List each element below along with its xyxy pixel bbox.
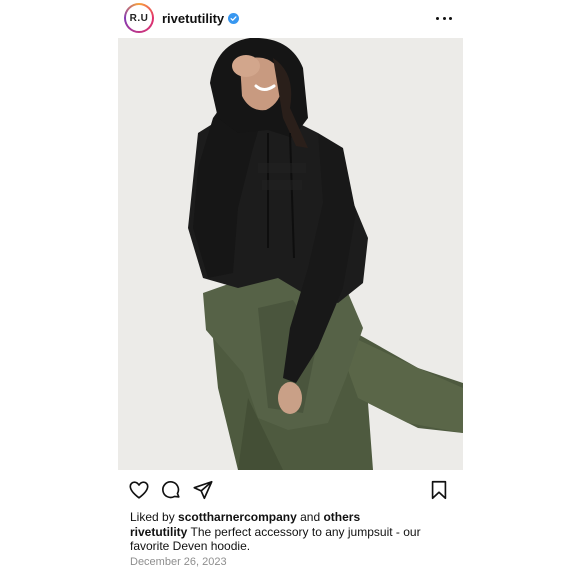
post-actions [128,479,450,501]
heart-icon[interactable] [128,479,150,501]
likes-others-link[interactable]: others [323,510,360,524]
avatar-story-ring[interactable]: R.U [124,3,154,33]
post-caption: rivetutility The perfect accessory to an… [130,525,430,553]
likes-line: Liked by scottharnercompany and others [130,510,460,524]
verified-badge-icon [228,12,240,24]
share-icon[interactable] [192,479,214,501]
post-header: R.U rivetutility [118,0,462,36]
comment-icon[interactable] [160,479,182,501]
avatar[interactable]: R.U [126,5,152,31]
post-date: December 26, 2023 [130,556,227,568]
caption-username[interactable]: rivetutility [130,525,187,539]
post-photo [118,38,463,470]
post-image[interactable] [118,38,463,470]
likes-user-link[interactable]: scottharnercompany [178,510,297,524]
post-username[interactable]: rivetutility [162,11,224,26]
more-options-icon[interactable] [436,12,452,24]
likes-joiner: and [300,510,321,524]
likes-prefix: Liked by [130,510,175,524]
bookmark-icon[interactable] [428,479,450,501]
